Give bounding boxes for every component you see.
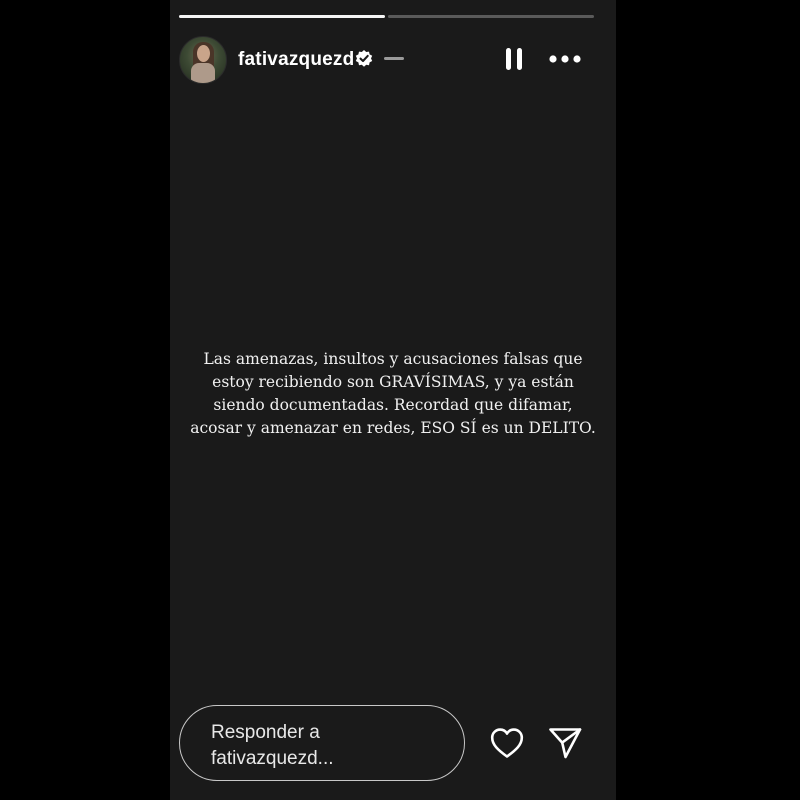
story-text-line: acosar y amenazar en redes, ESO SÍ es un… xyxy=(190,419,596,437)
dash-icon xyxy=(384,57,404,60)
progress-segment xyxy=(179,15,385,18)
story-text-line: Las amenazas, insultos y acusaciones fal… xyxy=(203,350,583,368)
verified-badge-icon xyxy=(355,50,373,67)
avatar[interactable] xyxy=(179,36,227,84)
avatar-face xyxy=(197,45,210,62)
send-icon[interactable] xyxy=(547,725,583,761)
story-text-line: siendo documentadas. Recordad que difama… xyxy=(213,396,573,414)
avatar-body xyxy=(191,63,215,83)
username[interactable]: fativazquezd xyxy=(238,49,354,71)
progress-segment xyxy=(388,15,594,18)
story-text: Las amenazas, insultos y acusaciones fal… xyxy=(170,348,616,440)
progress-fill xyxy=(179,15,385,18)
story-progress xyxy=(179,15,594,18)
reply-placeholder-line: Responder a xyxy=(211,722,320,743)
more-options-icon[interactable] xyxy=(547,47,583,71)
reply-placeholder-line: fativazquezd... xyxy=(211,748,334,769)
reply-input[interactable]: Responder a fativazquezd... xyxy=(179,705,465,781)
heart-icon[interactable] xyxy=(489,726,525,760)
story-viewer[interactable]: fativazquezd Las amenazas, insultos y ac… xyxy=(170,0,616,800)
story-text-line: estoy recibiendo son GRAVÍSIMAS, y ya es… xyxy=(212,373,574,391)
pause-icon[interactable] xyxy=(503,47,525,71)
